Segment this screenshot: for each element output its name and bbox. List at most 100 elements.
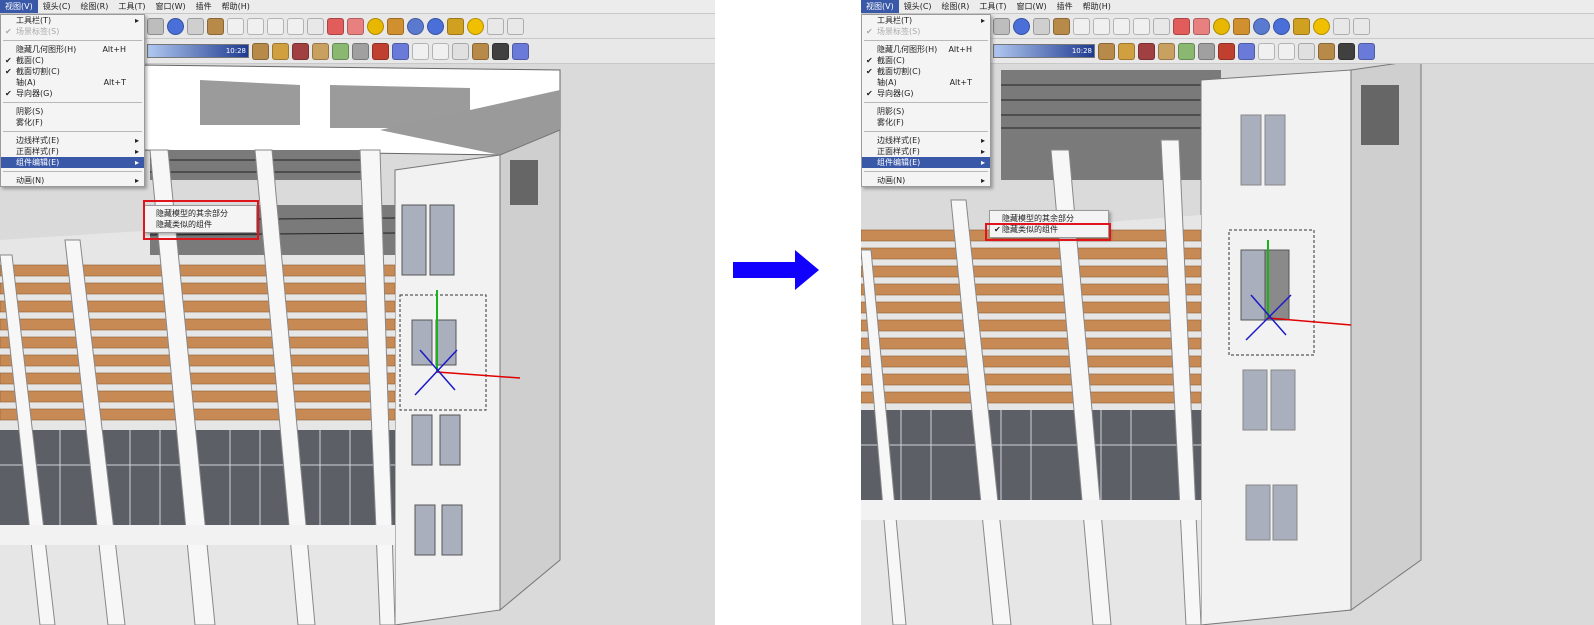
sun-icon[interactable] xyxy=(467,17,484,35)
menu-item-axes[interactable]: 轴(A) Alt+T xyxy=(862,77,990,88)
slab-tool-icon[interactable] xyxy=(1118,42,1135,60)
menu-item-section-cut[interactable]: ✔ 截面切割(C) xyxy=(1,66,144,77)
window-tool-icon[interactable] xyxy=(1158,42,1175,60)
menu-help[interactable]: 帮助(H) xyxy=(217,0,255,13)
menu-camera[interactable]: 镜头(C) xyxy=(38,0,76,13)
roof-view-icon[interactable] xyxy=(267,17,284,35)
rail-tool-icon[interactable] xyxy=(352,42,369,60)
axes-tool-icon[interactable] xyxy=(1153,17,1170,35)
orbit-tool-icon[interactable] xyxy=(167,17,184,35)
sun-icon[interactable] xyxy=(1313,17,1330,35)
section-plane-icon[interactable] xyxy=(327,17,344,35)
wire-view-icon[interactable] xyxy=(1258,42,1275,60)
box-tool-icon[interactable] xyxy=(1053,17,1070,35)
menu-item-component-edit[interactable]: 组件编辑(E) ▸ xyxy=(1,157,144,168)
menu-item-axes[interactable]: 轴(A) Alt+T xyxy=(1,77,144,88)
roof-view-icon[interactable] xyxy=(1113,17,1130,35)
mono-icon[interactable] xyxy=(1338,42,1355,60)
menu-item-animation[interactable]: 动画(N) ▸ xyxy=(1,175,144,186)
menu-item-hidden-geometry[interactable]: 隐藏几何图形(H) Alt+H xyxy=(1,44,144,55)
textured-icon[interactable] xyxy=(1318,42,1335,60)
stair-tool-icon[interactable] xyxy=(332,42,349,60)
window-tool-icon[interactable] xyxy=(312,42,329,60)
menu-view[interactable]: 视图(V) xyxy=(861,0,899,13)
section-plane-icon[interactable] xyxy=(1173,17,1190,35)
wall-tool-icon[interactable] xyxy=(252,42,269,60)
iso-view-icon[interactable] xyxy=(1238,42,1255,60)
menu-item-component-edit[interactable]: 组件编辑(E) ▸ xyxy=(862,157,990,168)
lamp-icon[interactable] xyxy=(487,17,504,35)
stair-tool-icon[interactable] xyxy=(1178,42,1195,60)
menu-view[interactable]: 视图(V) xyxy=(0,0,38,13)
orbit-tool-icon[interactable] xyxy=(1013,17,1030,35)
xray-icon[interactable] xyxy=(512,42,529,60)
menu-item-edge-style[interactable]: 边线样式(E) ▸ xyxy=(862,135,990,146)
menu-item-toolbar[interactable]: 工具栏(T) ▸ xyxy=(1,15,144,26)
menu-draw[interactable]: 绘图(R) xyxy=(76,0,114,13)
menu-item-face-style[interactable]: 正面样式(F) ▸ xyxy=(862,146,990,157)
menu-draw[interactable]: 绘图(R) xyxy=(937,0,975,13)
section-display-icon[interactable] xyxy=(1193,17,1210,35)
menu-item-section[interactable]: ✔ 截面(C) xyxy=(862,55,990,66)
menu-help[interactable]: 帮助(H) xyxy=(1078,0,1116,13)
mono-icon[interactable] xyxy=(492,42,509,60)
menu-item-section[interactable]: ✔ 截面(C) xyxy=(1,55,144,66)
globe-icon[interactable] xyxy=(1253,17,1270,35)
paint-tool-icon[interactable] xyxy=(187,17,204,35)
select-tool-icon[interactable] xyxy=(993,17,1010,35)
spot-icon[interactable] xyxy=(1353,17,1370,35)
menu-item-shadows[interactable]: 阴影(S) xyxy=(1,106,144,117)
menu-item-guides[interactable]: ✔ 导向器(G) xyxy=(862,88,990,99)
menu-plugins[interactable]: 插件 xyxy=(1052,0,1078,13)
door-tool-icon[interactable] xyxy=(1138,42,1155,60)
menu-window[interactable]: 窗口(W) xyxy=(1012,0,1052,13)
tag-icon[interactable] xyxy=(1293,17,1310,35)
component-icon[interactable] xyxy=(1233,17,1250,35)
wire-view-icon[interactable] xyxy=(412,42,429,60)
menu-tools[interactable]: 工具(T) xyxy=(974,0,1011,13)
roof-tool-icon[interactable] xyxy=(1218,42,1235,60)
slab-tool-icon[interactable] xyxy=(272,42,289,60)
roof-tool-icon[interactable] xyxy=(372,42,389,60)
menu-tools[interactable]: 工具(T) xyxy=(113,0,150,13)
spot-icon[interactable] xyxy=(507,17,524,35)
xray-icon[interactable] xyxy=(1358,42,1375,60)
house-view-icon[interactable] xyxy=(1073,17,1090,35)
menu-item-guides[interactable]: ✔ 导向器(G) xyxy=(1,88,144,99)
wall-tool-icon[interactable] xyxy=(1098,42,1115,60)
menu-window[interactable]: 窗口(W) xyxy=(151,0,191,13)
material-icon[interactable] xyxy=(1213,17,1230,35)
menu-item-fog[interactable]: 雾化(F) xyxy=(1,117,144,128)
geo-icon[interactable] xyxy=(427,17,444,35)
paint-tool-icon[interactable] xyxy=(1033,17,1050,35)
time-slider[interactable]: 10:28 xyxy=(993,44,1095,58)
tag-icon[interactable] xyxy=(447,17,464,35)
geo-icon[interactable] xyxy=(1273,17,1290,35)
menu-item-animation[interactable]: 动画(N) ▸ xyxy=(862,175,990,186)
iso-view-icon[interactable] xyxy=(392,42,409,60)
menu-item-edge-style[interactable]: 边线样式(E) ▸ xyxy=(1,135,144,146)
menu-item-face-style[interactable]: 正面样式(F) ▸ xyxy=(1,146,144,157)
component-icon[interactable] xyxy=(387,17,404,35)
menu-camera[interactable]: 镜头(C) xyxy=(899,0,937,13)
front-view-icon[interactable] xyxy=(1093,17,1110,35)
box-tool-icon[interactable] xyxy=(207,17,224,35)
menu-item-fog[interactable]: 雾化(F) xyxy=(862,117,990,128)
lamp-icon[interactable] xyxy=(1333,17,1350,35)
axes-tool-icon[interactable] xyxy=(307,17,324,35)
textured-icon[interactable] xyxy=(472,42,489,60)
menu-item-section-cut[interactable]: ✔ 截面切割(C) xyxy=(862,66,990,77)
hidden-line-icon[interactable] xyxy=(1278,42,1295,60)
door-tool-icon[interactable] xyxy=(292,42,309,60)
menu-plugins[interactable]: 插件 xyxy=(191,0,217,13)
rail-tool-icon[interactable] xyxy=(1198,42,1215,60)
menu-item-toolbar[interactable]: 工具栏(T) ▸ xyxy=(862,15,990,26)
front-view-icon[interactable] xyxy=(247,17,264,35)
menu-item-shadows[interactable]: 阴影(S) xyxy=(862,106,990,117)
house-view-icon[interactable] xyxy=(227,17,244,35)
shaded-icon[interactable] xyxy=(452,42,469,60)
globe-icon[interactable] xyxy=(407,17,424,35)
hidden-line-icon[interactable] xyxy=(432,42,449,60)
material-icon[interactable] xyxy=(367,17,384,35)
section-display-icon[interactable] xyxy=(347,17,364,35)
